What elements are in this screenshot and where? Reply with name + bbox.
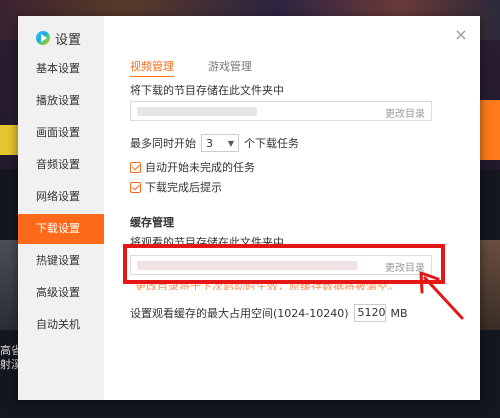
- cache-max-space-label: 设置观看缓存的最大占用空间(1024-10240): [130, 307, 349, 320]
- max-tasks-row: 最多同时开始 3 ▼ 个下载任务: [130, 134, 299, 152]
- tab-game-management[interactable]: 游戏管理: [208, 58, 252, 77]
- settings-sidebar: 设置 基本设置 播放设置 画面设置 音频设置 网络设置 下载设置 热键设置 高级…: [18, 16, 104, 400]
- background-promo-badge-right: [478, 100, 500, 160]
- max-tasks-prefix: 最多同时开始: [130, 137, 196, 150]
- cache-section-title: 缓存管理: [130, 216, 174, 229]
- background-caption-left: 高省 射溪: [0, 344, 22, 371]
- auto-start-label: 自动开始未完成的任务: [145, 161, 255, 174]
- notify-label: 下载完成后提示: [145, 181, 222, 194]
- cache-max-space-row: 设置观看缓存的最大占用空间(1024-10240) 5120 MB: [130, 304, 408, 322]
- cache-max-space-input[interactable]: 5120: [353, 304, 386, 322]
- settings-tabs: 视频管理 游戏管理: [130, 58, 286, 77]
- cache-max-space-unit: MB: [390, 306, 408, 320]
- close-icon[interactable]: ×: [454, 27, 468, 43]
- background-thumbnail-left: [0, 240, 18, 330]
- sidebar-item-picture[interactable]: 画面设置: [18, 118, 104, 148]
- auto-start-checkbox[interactable]: [130, 161, 141, 173]
- dialog-title: 设置: [36, 28, 81, 48]
- tab-video-management[interactable]: 视频管理: [130, 58, 174, 77]
- notify-row: 下载完成后提示: [130, 179, 222, 195]
- sidebar-item-playback[interactable]: 播放设置: [18, 86, 104, 116]
- auto-start-row: 自动开始未完成的任务: [130, 159, 255, 175]
- sidebar-item-advanced[interactable]: 高级设置: [18, 278, 104, 308]
- sidebar-item-basic[interactable]: 基本设置: [18, 54, 104, 84]
- max-tasks-suffix: 个下载任务: [244, 137, 299, 150]
- sidebar-item-network[interactable]: 网络设置: [18, 182, 104, 212]
- download-folder-field[interactable]: 更改目录: [130, 101, 432, 121]
- sidebar-item-auto-shutdown[interactable]: 自动关机: [18, 310, 104, 340]
- notify-checkbox[interactable]: [130, 181, 141, 193]
- max-tasks-select[interactable]: 3 ▼: [201, 134, 239, 152]
- download-folder-label: 将下载的节目存储在此文件夹中: [130, 84, 284, 97]
- sidebar-item-hotkeys[interactable]: 热键设置: [18, 246, 104, 276]
- annotation-highlight-box: [123, 244, 445, 284]
- chevron-down-icon: ▼: [227, 138, 234, 148]
- sidebar-item-download[interactable]: 下载设置: [18, 214, 104, 244]
- sidebar-item-audio[interactable]: 音频设置: [18, 150, 104, 180]
- download-folder-path-blurred: [137, 107, 257, 116]
- download-change-dir-button[interactable]: 更改目录: [385, 105, 425, 120]
- settings-dialog: 设置 基本设置 播放设置 画面设置 音频设置 网络设置 下载设置 热键设置 高级…: [18, 16, 480, 400]
- background-promo-badge-left: [0, 125, 18, 155]
- app-logo-icon: [36, 31, 50, 45]
- max-tasks-value: 3: [206, 136, 213, 150]
- dialog-title-text: 设置: [55, 32, 82, 48]
